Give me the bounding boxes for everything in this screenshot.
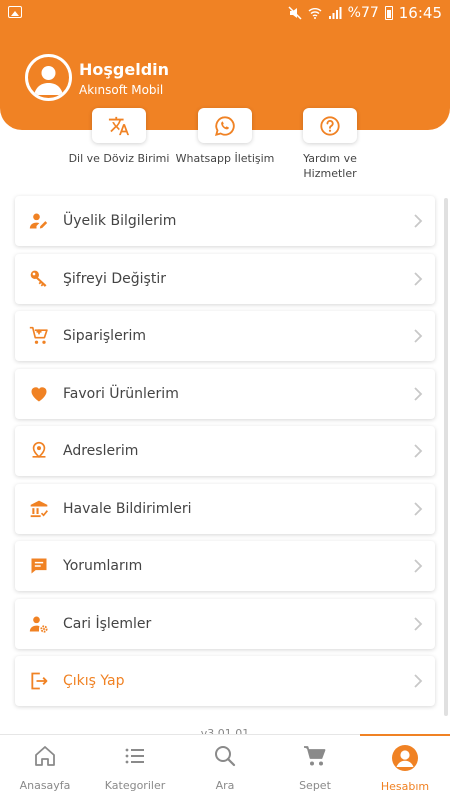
battery-percent: %77 [347, 5, 379, 21]
nav-label: Sepet [299, 779, 331, 792]
quick-action-label: Yardım ve Hizmetler [303, 152, 357, 180]
logout-icon [15, 671, 63, 691]
nav-item-account[interactable]: Hesabım [360, 734, 450, 800]
help-icon [320, 115, 340, 136]
nav-item-search[interactable]: Ara [180, 735, 270, 800]
chevron-right-icon [414, 616, 423, 631]
menu-item-label: Cari İşlemler [63, 615, 152, 632]
menu-item-account-transactions[interactable]: Cari İşlemler [15, 598, 435, 649]
menu-item-label: Üyelik Bilgilerim [63, 213, 177, 229]
user-edit-icon [15, 211, 63, 231]
scrollbar[interactable] [444, 198, 448, 716]
quick-action-label: Dil ve Döviz Birimi [68, 152, 170, 165]
menu-item-favorites[interactable]: Favori Ürünlerim [15, 368, 435, 419]
menu-item-addresses[interactable]: Adreslerim [15, 426, 435, 476]
battery-icon [384, 6, 393, 20]
menu-item-change-password[interactable]: Şifreyi Değiştir [15, 253, 435, 304]
search-icon [215, 746, 236, 767]
cart-icon [304, 746, 326, 766]
heart-icon [15, 384, 63, 404]
help-button[interactable] [303, 108, 357, 143]
chevron-right-icon [414, 559, 423, 573]
quick-action-language[interactable]: Dil ve Döviz Birimi [64, 108, 174, 166]
nav-label: Kategoriler [104, 779, 166, 792]
status-bar: %77 16:45 [0, 0, 450, 28]
chevron-right-icon [414, 271, 423, 286]
nav-label: Anasayfa [19, 779, 71, 792]
menu-item-label: Siparişlerim [63, 328, 146, 344]
whatsapp-button[interactable] [198, 108, 252, 143]
translate-icon [108, 116, 130, 135]
menu-item-label: Favori Ürünlerim [63, 385, 179, 402]
wifi-icon [308, 8, 322, 19]
key-icon [15, 269, 63, 289]
bank-icon [15, 499, 63, 519]
nav-label: Ara [215, 779, 235, 792]
company-name: Akınsoft Mobil [79, 83, 164, 97]
gallery-notification-icon [8, 6, 22, 18]
clock: 16:45 [398, 4, 442, 22]
mute-icon [288, 6, 302, 20]
chevron-right-icon [414, 214, 423, 228]
home-icon [35, 746, 55, 766]
chevron-right-icon [414, 444, 423, 458]
cart-icon [15, 326, 63, 346]
bottom-navigation: Anasayfa Kategoriler Ara Sepet Hesabım [0, 734, 450, 800]
chevron-right-icon [414, 386, 423, 401]
user-settings-icon [15, 614, 63, 634]
account-icon [392, 745, 418, 771]
nav-item-cart[interactable]: Sepet [270, 735, 360, 800]
status-bar-right: %77 16:45 [288, 4, 442, 22]
menu-item-comments[interactable]: Yorumlarım [15, 541, 435, 591]
user-avatar-icon[interactable] [25, 54, 72, 101]
greeting-text: Hoşgeldin [79, 60, 170, 79]
list-icon [125, 748, 144, 764]
language-button[interactable] [92, 108, 146, 143]
menu-item-membership[interactable]: Üyelik Bilgilerim [15, 196, 435, 246]
quick-action-help[interactable]: Yardım ve Hizmetler [275, 108, 385, 181]
whatsapp-icon [214, 115, 235, 136]
menu-item-label: Çıkış Yap [63, 673, 125, 689]
account-menu: Üyelik Bilgilerim Şifreyi Değiştir Sipar… [15, 196, 435, 714]
menu-item-orders[interactable]: Siparişlerim [15, 311, 435, 361]
nav-item-categories[interactable]: Kategoriler [90, 735, 180, 800]
chevron-right-icon [414, 501, 423, 516]
menu-item-label: Şifreyi Değiştir [63, 270, 166, 287]
location-pin-icon [15, 441, 63, 461]
chevron-right-icon [414, 674, 423, 688]
comment-icon [15, 556, 63, 576]
menu-item-logout[interactable]: Çıkış Yap [15, 656, 435, 706]
menu-item-label: Adreslerim [63, 443, 139, 459]
menu-item-transfer-notices[interactable]: Havale Bildirimleri [15, 483, 435, 534]
nav-label: Hesabım [380, 780, 430, 793]
menu-item-label: Havale Bildirimleri [63, 500, 192, 517]
signal-icon [328, 7, 342, 19]
chevron-right-icon [414, 329, 423, 343]
menu-item-label: Yorumlarım [63, 558, 143, 574]
quick-action-label: Whatsapp İletişim [175, 152, 275, 165]
nav-item-home[interactable]: Anasayfa [0, 735, 90, 800]
quick-action-whatsapp[interactable]: Whatsapp İletişim [170, 108, 280, 166]
